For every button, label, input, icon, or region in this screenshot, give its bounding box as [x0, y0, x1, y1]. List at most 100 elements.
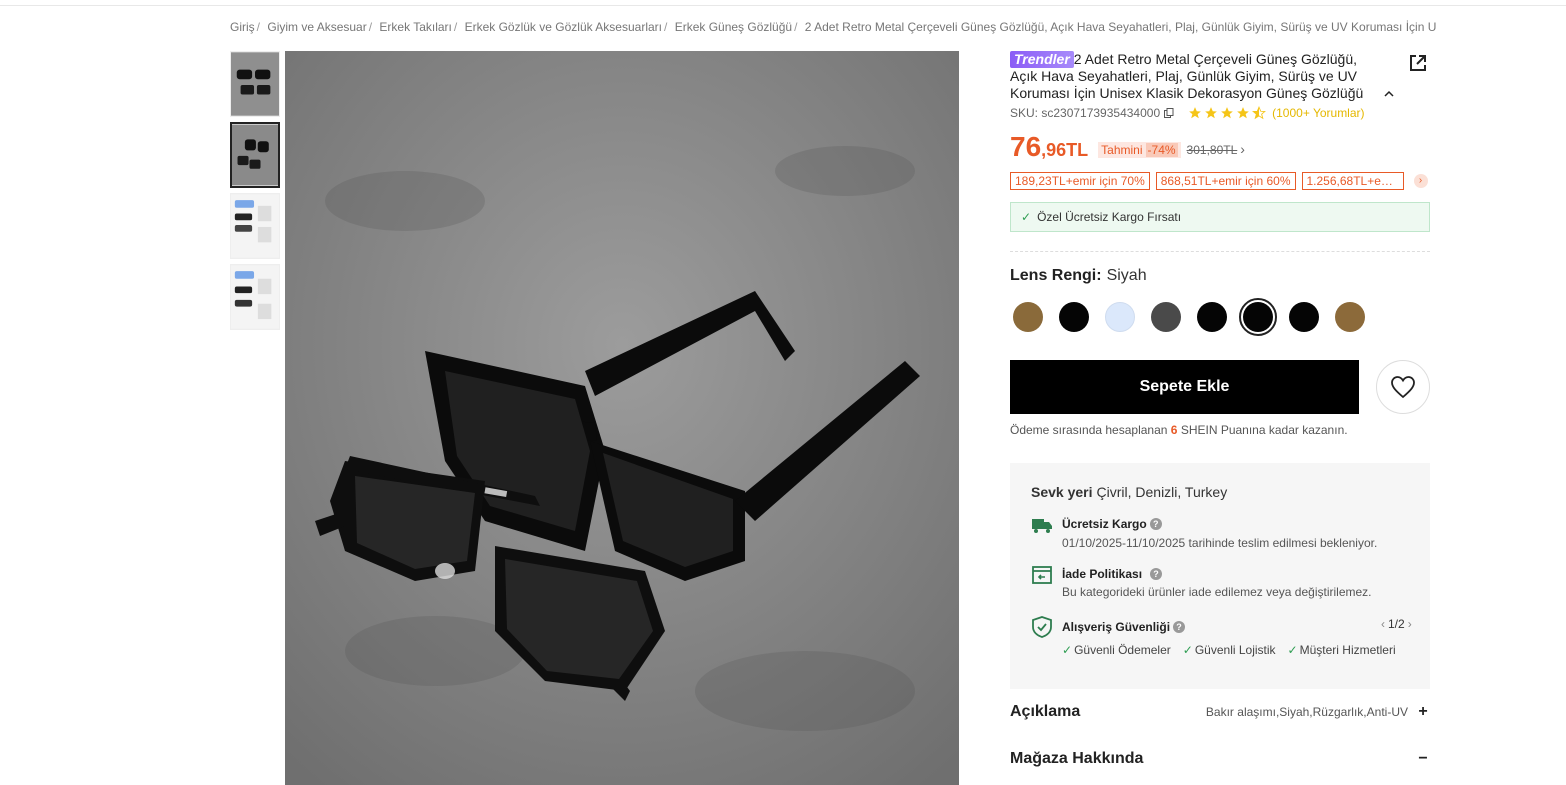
help-icon[interactable]: ? [1150, 568, 1163, 580]
tier-discount-1[interactable]: 189,23TL+emir için 70% [1010, 172, 1150, 190]
sku-rating-row: SKU: sc2307173935434000 (1000+ Yorumlar) [1010, 105, 1365, 121]
color-swatch-7[interactable] [1289, 302, 1319, 332]
thumbnail-1[interactable] [230, 51, 280, 117]
thumbnail-3[interactable] [230, 193, 280, 259]
lens-color-title: Lens Rengi: [1010, 267, 1102, 284]
tier-discount-2[interactable]: 868,51TL+emir için 60% [1155, 172, 1296, 190]
breadcrumb-separator: / [256, 20, 261, 34]
points-suffix: SHEIN Puanına kadar kazanın. [1180, 423, 1348, 437]
trend-badge[interactable]: Trendler [1010, 51, 1074, 68]
ship-from-value: Çivril, Denizli, Turkey [1096, 484, 1228, 500]
thumbnail-2[interactable] [230, 122, 280, 188]
sku-text: SKU: sc2307173935434000 [1010, 106, 1161, 120]
share-icon[interactable] [1408, 53, 1428, 73]
points-info: Ödeme sırasında hesaplanan 6 SHEIN Puanı… [1010, 423, 1348, 437]
old-price: 301,80TL [1186, 143, 1238, 157]
color-swatches [1013, 298, 1365, 336]
breadcrumb-separator: / [453, 20, 458, 34]
product-title: Trendler 2 Adet Retro Metal Çerçeveli Gün… [1010, 51, 1380, 102]
ship-from: Sevk yeri Çivril, Denizli, Turkey [1031, 484, 1227, 500]
points-number: 6 [1170, 423, 1178, 437]
help-icon[interactable]: ? [1149, 518, 1162, 530]
security-tag: ✓ Müşteri Hizmetleri [1288, 643, 1396, 657]
wishlist-button[interactable] [1376, 360, 1430, 414]
chevron-up-icon[interactable] [1382, 88, 1396, 100]
store-accordion[interactable]: Mağaza Hakkında − [1010, 747, 1430, 771]
price-main: 76 [1010, 131, 1042, 162]
lens-color-value: Siyah [1106, 267, 1147, 284]
color-swatch-8[interactable] [1335, 302, 1365, 332]
estimate-label: Tahmini [1101, 143, 1143, 157]
lens-color-label: Lens Rengi: Siyah [1010, 267, 1147, 285]
chevron-right-icon[interactable]: › [1408, 617, 1412, 631]
breadcrumb-separator: / [664, 20, 668, 34]
reviews-link[interactable]: (1000+ Yorumlar) [1272, 106, 1364, 120]
description-accordion[interactable]: Açıklama Bakır alaşımı,Siyah,Rüzgarlık,A… [1010, 700, 1430, 724]
title-row: Trendler 2 Adet Retro Metal Çerçeveli Gün… [1010, 51, 1430, 102]
color-swatch-6[interactable] [1239, 298, 1277, 336]
check-icon: ✓ [1182, 643, 1193, 657]
star-icon [1237, 107, 1249, 119]
thumbnail-list [230, 51, 280, 335]
description-summary: Bakır alaşımı,Siyah,Rüzgarlık,Anti-UV [1205, 705, 1408, 719]
half-star-icon [1252, 106, 1267, 120]
shopping-security-title-text: Alışveriş Güvenliği [1062, 620, 1171, 634]
estimate-badge[interactable]: Tahmini -74% [1098, 142, 1181, 158]
check-icon: ✓ [1062, 643, 1073, 657]
breadcrumb-men-glasses[interactable]: Erkek Gözlük ve Gözlük Aksesuarları [465, 20, 662, 34]
color-swatch-3[interactable] [1105, 302, 1135, 332]
star-icon [1205, 107, 1217, 119]
return-icon [1032, 566, 1052, 584]
free-shipping-text: Özel Ücretsiz Kargo Fırsatı [1037, 210, 1182, 224]
chevron-left-icon[interactable]: ‹ [1381, 617, 1385, 631]
return-policy-title-text: İade Politikası [1062, 567, 1143, 581]
minus-icon: − [1418, 750, 1428, 767]
product-main-image[interactable] [285, 51, 959, 785]
heart-icon [1391, 376, 1415, 399]
divider [1010, 251, 1430, 252]
points-prefix: Ödeme sırasında hesaplanan [1010, 423, 1168, 437]
shield-icon [1032, 616, 1052, 638]
shopping-security-title: Alışveriş Güvenliği? [1062, 620, 1186, 634]
return-policy-title: İade Politikası? [1062, 567, 1163, 581]
copy-icon[interactable] [1164, 108, 1174, 118]
ship-from-label: Sevk yeri [1031, 484, 1093, 500]
product-info: Trendler 2 Adet Retro Metal Çerçeveli Gün… [1010, 51, 1430, 767]
security-pager: ‹ 1/2 › [1378, 617, 1415, 631]
truck-icon [1032, 519, 1052, 533]
color-swatch-1[interactable] [1013, 302, 1043, 332]
color-swatch-4[interactable] [1151, 302, 1181, 332]
rating-stars[interactable] [1188, 106, 1267, 120]
security-tag: ✓ Güvenli Ödemeler [1062, 643, 1171, 657]
star-icon [1189, 107, 1201, 119]
free-shipping-banner: ✓ Özel Ücretsiz Kargo Fırsatı [1010, 202, 1430, 232]
breadcrumb-home[interactable]: Giriş [230, 20, 255, 34]
star-icon [1221, 107, 1233, 119]
check-icon: ✓ [1287, 643, 1298, 657]
breadcrumb-clothing[interactable]: Giyim ve Aksesuar [267, 20, 366, 34]
free-shipping-title: Ücretsiz Kargo? [1062, 517, 1162, 531]
security-tag: ✓ Güvenli Lojistik [1183, 643, 1276, 657]
shipping-box: Sevk yeri Çivril, Denizli, Turkey Ücretsi… [1010, 463, 1430, 689]
tier-discounts: 189,23TL+emir için 70% 868,51TL+emir içi… [1010, 172, 1428, 190]
security-tag-text: Güvenli Lojistik [1194, 643, 1276, 657]
tier-more-icon[interactable]: › [1413, 174, 1428, 188]
description-title: Açıklama [1010, 703, 1081, 720]
breadcrumb: Giriş / Giyim ve Aksesuar / Erkek Takıları… [230, 20, 1440, 36]
tier-discount-3[interactable]: 1.256,68TL+emir için 50% [1301, 172, 1404, 190]
plus-icon: + [1418, 703, 1428, 720]
security-tag-text: Güvenli Ödemeler [1074, 643, 1171, 657]
price-decimal: ,96TL [1041, 140, 1089, 160]
color-swatch-5[interactable] [1197, 302, 1227, 332]
breadcrumb-men-sunglasses[interactable]: Erkek Güneş Gözlüğü [675, 20, 792, 34]
breadcrumb-men-jewelry[interactable]: Erkek Takıları [379, 20, 451, 34]
help-icon[interactable]: ? [1173, 621, 1186, 633]
chevron-right-icon[interactable]: › [1240, 141, 1245, 157]
add-to-cart-button[interactable]: Sepete Ekle [1010, 360, 1359, 414]
security-page: 1/2 [1388, 617, 1405, 631]
price-row: 76 ,96TL Tahmini -74% 301,80TL › [1010, 130, 1245, 162]
check-icon: ✓ [1021, 210, 1032, 224]
thumbnail-4[interactable] [230, 264, 280, 330]
return-policy-text: Bu kategorideki ürünler iade edilemez ve… [1062, 585, 1372, 599]
color-swatch-2[interactable] [1059, 302, 1089, 332]
